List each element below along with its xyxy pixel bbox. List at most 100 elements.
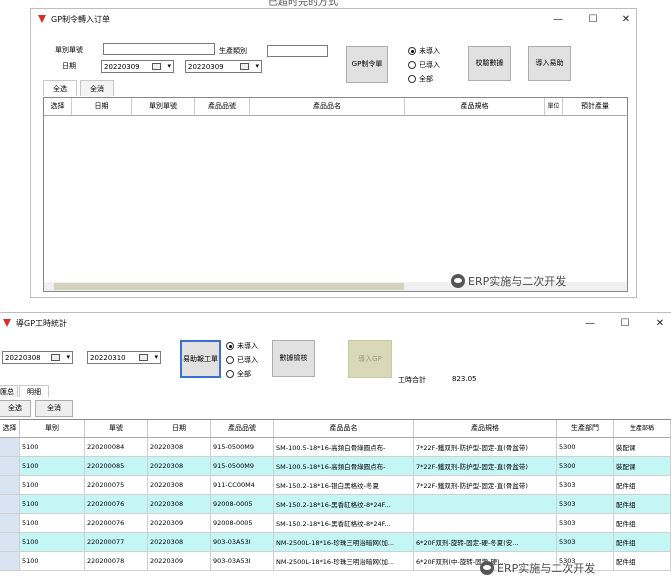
col-header[interactable]: 產品品號: [195, 98, 250, 115]
table-cell: 220200078: [85, 552, 148, 570]
table-cell: SM-150.2-18*16-黑香缸格纹-8*24F...: [274, 514, 414, 532]
work-total-value: 823.05: [452, 375, 477, 383]
col-header[interactable]: 產品品名: [274, 420, 414, 437]
close-button[interactable]: ✕: [650, 315, 670, 331]
calendar-icon: [139, 354, 148, 361]
order-no-input[interactable]: [103, 43, 215, 55]
window1-titlebar: GP制令轉入订单: [31, 9, 636, 29]
tab-detail[interactable]: 明细: [19, 385, 49, 397]
col-header[interactable]: 產品品號: [211, 420, 274, 437]
check-data-button[interactable]: 數據檢核: [272, 340, 315, 377]
watermark-bottom: ERP实施与二次开发: [480, 560, 595, 576]
col-header[interactable]: 單別單號: [132, 98, 195, 115]
table-cell: NM-2500L-18*16-珍珠三明治暗网(加...: [274, 533, 414, 551]
maximize-button[interactable]: ☐: [615, 315, 635, 331]
import-work-order-button[interactable]: 易助報工單: [180, 340, 221, 378]
date-label: 日期: [62, 62, 76, 70]
table-cell: 915-0500M9: [211, 438, 274, 456]
col-header[interactable]: 日期: [148, 420, 211, 437]
col-header[interactable]: 單號: [85, 420, 148, 437]
col-header[interactable]: 產品規格: [405, 98, 545, 115]
row-select-cell[interactable]: [0, 476, 20, 494]
col-header[interactable]: 單别: [20, 420, 85, 437]
row-select-cell[interactable]: [0, 495, 20, 513]
table-row[interactable]: 5100 220200085 20220308 915-0500M9 SM-100.5-…: [0, 457, 671, 476]
scrollbar-thumb[interactable]: [54, 283, 404, 290]
minimize-button[interactable]: —: [548, 11, 568, 27]
table-row[interactable]: 5100 220200075 20220308 911-CC00M4 SM-150.2-…: [0, 476, 671, 495]
table-row[interactable]: 5100 220200076 20220308 92008-0005 SM-150.2-…: [0, 495, 671, 514]
worktime-grid-header: 选择 單别 單號 日期 產品品號 產品品名 產品規格 生產部門 生產部稱: [0, 420, 671, 438]
table-cell: 5100: [20, 476, 85, 494]
calendar-icon: [240, 63, 249, 70]
table-cell: 220200084: [85, 438, 148, 456]
radio-not-imported[interactable]: 未導入: [226, 341, 258, 351]
radio-not-imported[interactable]: 未導入: [408, 46, 440, 56]
table-cell: 220200085: [85, 457, 148, 475]
maximize-button[interactable]: ☐: [583, 11, 603, 27]
order-grid-header: 选择 日期 單別單號 產品品號 產品品名 產品規格 單位 預計產量: [44, 98, 627, 116]
close-button[interactable]: ✕: [616, 11, 636, 27]
row-select-cell[interactable]: [0, 533, 20, 551]
col-header[interactable]: 產品規格: [414, 420, 557, 437]
col-header[interactable]: 选择: [0, 420, 20, 437]
deselect-all-button[interactable]: 全消: [35, 400, 73, 417]
date-from-picker[interactable]: 20220309 ▾: [101, 60, 174, 73]
table-cell: 5100: [20, 495, 85, 513]
radio-dot-icon: [226, 370, 234, 378]
tab-select-all[interactable]: 全选: [43, 80, 77, 96]
row-select-cell[interactable]: [0, 438, 20, 456]
table-row[interactable]: 5100 220200084 20220308 915-0500M9 SM-100.5-…: [0, 438, 671, 457]
table-cell: 92008-0005: [211, 495, 274, 513]
select-all-button[interactable]: 全选: [0, 400, 31, 417]
order-grid[interactable]: 选择 日期 單別單號 產品品號 產品品名 產品規格 單位 預計產量: [43, 97, 628, 292]
calendar-icon: [51, 354, 60, 361]
table-cell: 92008-0005: [211, 514, 274, 532]
date-from-picker[interactable]: 20220308 ▾: [2, 351, 73, 364]
table-cell: 20220308: [148, 438, 211, 456]
col-header[interactable]: 生產部稱: [614, 420, 671, 437]
col-header[interactable]: 日期: [72, 98, 132, 115]
gp-order-button[interactable]: GP制令單: [346, 46, 388, 83]
radio-imported[interactable]: 已導入: [226, 355, 258, 365]
radio-label: 全部: [237, 370, 251, 378]
check-data-button[interactable]: 校驗數據: [468, 46, 511, 81]
tab-summary[interactable]: 匯总: [0, 385, 18, 397]
date-to-picker[interactable]: 20220309 ▾: [185, 60, 262, 73]
radio-label: 已導入: [419, 61, 440, 69]
import-gp-button[interactable]: 導入GP: [348, 340, 392, 378]
table-cell: 配件组: [614, 533, 671, 551]
col-header[interactable]: 產品品名: [250, 98, 405, 115]
table-cell: 5300: [557, 457, 614, 475]
production-type-input[interactable]: [267, 45, 328, 57]
table-cell: NM-2500L-18*16-珍珠三明治暗网(加...: [274, 552, 414, 570]
radio-label: 未導入: [419, 47, 440, 55]
work-total-label: 工時合計: [398, 376, 426, 384]
radio-label: 已導入: [237, 356, 258, 364]
row-select-cell[interactable]: [0, 552, 20, 570]
date-to-picker[interactable]: 20220310 ▾: [87, 351, 161, 364]
table-row[interactable]: 5100 220200076 20220309 92008-0005 SM-150.2-…: [0, 514, 671, 533]
date-to-value: 20220309: [188, 62, 224, 71]
import-erp-button[interactable]: 導入易助: [528, 46, 571, 81]
app-icon: [38, 15, 46, 23]
table-row[interactable]: 5100 220200077 20220308 903-03A53I NM-2500L-…: [0, 533, 671, 552]
radio-label: 未導入: [237, 342, 258, 350]
col-header[interactable]: 預計產量: [563, 98, 627, 115]
tab-deselect-all[interactable]: 全消: [80, 80, 114, 96]
row-select-cell[interactable]: [0, 457, 20, 475]
gp-worktime-window: 導GP工時統計 — ☐ ✕ 20220308 ▾ 20220310 ▾ 易助報工…: [0, 312, 671, 587]
gp-order-import-window: GP制令轉入订单 — ☐ ✕ 單別單號 生產類別 日期 20220309 ▾ 2…: [30, 8, 637, 298]
chevron-down-icon: ▾: [167, 62, 171, 70]
col-header[interactable]: 單位: [545, 98, 563, 115]
radio-all[interactable]: 全部: [226, 369, 251, 379]
minimize-button[interactable]: —: [580, 315, 600, 331]
col-header[interactable]: 生產部門: [557, 420, 614, 437]
radio-imported[interactable]: 已導入: [408, 60, 440, 70]
col-header[interactable]: 选择: [44, 98, 72, 115]
row-select-cell[interactable]: [0, 514, 20, 532]
radio-all[interactable]: 全部: [408, 74, 433, 84]
date-to-value: 20220310: [90, 353, 126, 362]
chevron-down-icon: ▾: [255, 62, 259, 70]
table-cell: 20220309: [148, 514, 211, 532]
